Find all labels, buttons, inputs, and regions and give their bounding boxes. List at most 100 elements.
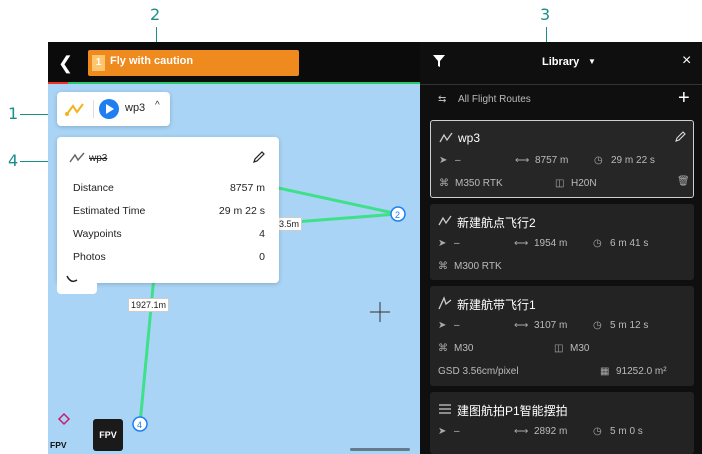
all-routes-label: All Flight Routes — [458, 94, 531, 105]
detail-label: Photos — [73, 251, 106, 263]
route-detail-name: wp3 — [89, 153, 108, 164]
all-routes-selector[interactable]: ⇆ All Flight Routes — [438, 94, 558, 108]
route-drone: M30 — [454, 343, 474, 354]
route-drone: M300 RTK — [454, 261, 502, 272]
detail-row-waypoints: Waypoints 4 — [73, 225, 265, 243]
angle-icon: ➤ — [439, 155, 448, 166]
chevron-left-icon: ❮ — [58, 53, 74, 73]
waypoint-4-label: 4 — [137, 420, 142, 430]
route-name: 新建航点飞行2 — [457, 216, 536, 230]
app-screenshot: 2 4 1927.1m 3.5m ❮ 1 Fly with caution wp… — [48, 42, 702, 454]
route-name: 新建航带飞行1 — [457, 298, 536, 312]
waypoint-route-icon — [438, 215, 452, 226]
route-chip-name: wp3 — [125, 102, 146, 114]
map-tool-button[interactable] — [57, 270, 97, 294]
route-time: 5 m 12 s — [610, 320, 649, 331]
angle-icon: ➤ — [438, 320, 447, 331]
detail-row-distance: Distance 8757 m — [73, 179, 265, 197]
detail-row-time: Estimated Time 29 m 22 s — [73, 202, 265, 220]
detail-label: Distance — [73, 182, 114, 194]
route-drone: M350 RTK — [455, 178, 503, 189]
distance-icon: ⟷ — [514, 426, 529, 437]
distance-icon: ⟷ — [514, 320, 529, 331]
route-name: 建图航拍P1智能摆拍 — [457, 404, 568, 418]
detail-label: Estimated Time — [73, 205, 146, 217]
drone-icon: ⌘ — [439, 178, 449, 189]
route-time: 29 m 22 s — [611, 155, 655, 166]
strip-route-icon — [438, 296, 452, 310]
detail-row-photos: Photos 0 — [73, 248, 265, 266]
route-angle: – — [454, 426, 460, 437]
signal-indicator — [48, 82, 68, 84]
clock-icon: ◷ — [593, 238, 602, 249]
route-distance: 3107 m — [534, 320, 568, 331]
route-angle: – — [454, 238, 460, 249]
route-distance: 1954 m — [534, 238, 568, 249]
warning-count-badge: 1 — [92, 55, 105, 71]
library-title[interactable]: Library — [542, 56, 579, 68]
top-bar: ❮ 1 Fly with caution — [48, 42, 420, 84]
caret-down-icon[interactable]: ▼ — [588, 57, 596, 66]
annotation-2: 2 — [150, 5, 161, 24]
segment-distance-label-2: 3.5m — [276, 217, 303, 231]
route-time: 6 m 41 s — [610, 238, 649, 249]
route-time: 5 m 0 s — [610, 426, 643, 437]
swap-icon: ⇆ — [438, 94, 447, 105]
route-name: wp3 — [458, 131, 481, 145]
drone-icon: ⌘ — [438, 343, 448, 354]
annotation-4: 4 — [8, 151, 19, 170]
route-gsd: GSD 3.56cm/pixel — [438, 366, 519, 377]
chip-divider — [93, 100, 94, 118]
close-icon[interactable]: × — [682, 52, 691, 70]
clock-icon: ◷ — [594, 155, 603, 166]
distance-icon: ⟷ — [515, 155, 530, 166]
edit-icon[interactable] — [675, 130, 687, 142]
panel-divider — [420, 84, 702, 85]
filter-icon[interactable] — [432, 54, 446, 68]
drone-icon: ⌘ — [438, 261, 448, 272]
detail-value: 0 — [259, 251, 265, 263]
detail-value: 8757 m — [229, 182, 265, 194]
undo-arc-icon — [66, 275, 78, 283]
crosshair-icon — [370, 302, 390, 322]
route-angle: – — [455, 155, 461, 166]
route-card-wp3[interactable]: wp3 ➤ – ⟷ 8757 m ◷ 29 m 22 s ⌘ M350 RTK … — [430, 120, 694, 198]
play-button[interactable] — [99, 99, 119, 119]
detail-value: 29 m 22 s — [218, 205, 265, 217]
waypoint-2-label: 2 — [395, 210, 400, 220]
route-card-2[interactable]: 新建航点飞行2 ➤ – ⟷ 1954 m ◷ 6 m 41 s ⌘ M300 R… — [430, 204, 694, 280]
clock-icon: ◷ — [593, 426, 602, 437]
flight-warning-banner[interactable]: 1 Fly with caution — [88, 50, 299, 76]
fpv-button[interactable]: FPV — [93, 419, 123, 451]
annotation-1: 1 — [8, 104, 19, 123]
warning-text: Fly with caution — [110, 55, 194, 67]
route-angle: – — [454, 320, 460, 331]
detail-label: Waypoints — [73, 228, 122, 240]
edit-icon[interactable] — [252, 150, 266, 164]
route-camera: M30 — [570, 343, 590, 354]
detail-value: 4 — [259, 228, 265, 240]
route-chip[interactable]: wp3 ^ — [57, 92, 170, 126]
area-icon: ▦ — [600, 366, 610, 377]
angle-icon: ➤ — [438, 426, 447, 437]
route-detail-popover: wp3 Distance 8757 m Estimated Time 29 m 22… — [57, 137, 279, 283]
route-card-3[interactable]: 新建航带飞行1 ➤ – ⟷ 3107 m ◷ 5 m 12 s ⌘ M30 ◫ … — [430, 286, 694, 386]
status-bar-line — [68, 82, 420, 84]
home-indicator — [350, 448, 410, 451]
diamond-icon — [57, 412, 71, 426]
route-distance: 2892 m — [534, 426, 568, 437]
add-route-button[interactable]: + — [678, 87, 690, 110]
library-panel: Library ▼ × ⇆ All Flight Routes + wp3 ➤ … — [420, 42, 702, 454]
back-button[interactable]: ❮ — [58, 52, 80, 74]
clock-icon: ◷ — [593, 320, 602, 331]
route-area: 91252.0 m² — [616, 366, 667, 377]
trash-icon[interactable]: 🗑 — [677, 176, 690, 187]
route-distance: 8757 m — [535, 155, 569, 166]
waypoint-route-icon — [65, 103, 84, 116]
camera-icon: ◫ — [555, 178, 565, 189]
waypoint-route-icon — [69, 152, 85, 163]
segment-distance-label: 1927.1m — [128, 298, 170, 312]
route-camera: H20N — [571, 178, 597, 189]
chevron-up-icon[interactable]: ^ — [155, 100, 160, 111]
route-card-4[interactable]: 建图航拍P1智能摆拍 ➤ – ⟷ 2892 m ◷ 5 m 0 s — [430, 392, 694, 454]
